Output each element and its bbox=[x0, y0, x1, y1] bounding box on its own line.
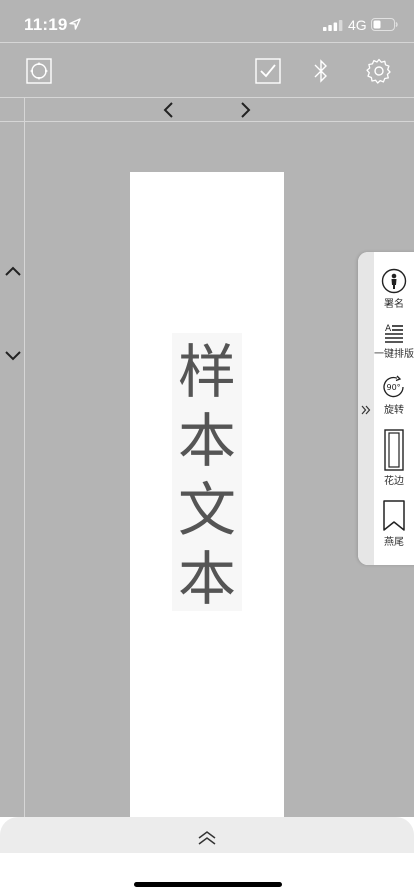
focus-button[interactable] bbox=[25, 57, 53, 85]
swallowtail-button[interactable]: 燕尾 bbox=[374, 500, 414, 548]
chevron-right-icon[interactable] bbox=[235, 100, 255, 120]
select-all-button[interactable] bbox=[254, 57, 282, 85]
rotate-90-icon: 90° bbox=[383, 375, 404, 398]
settings-icon bbox=[366, 58, 391, 84]
rotate-button[interactable]: 90° 旋转 bbox=[374, 374, 414, 416]
chevron-down-icon[interactable] bbox=[3, 345, 23, 365]
bluetooth-icon bbox=[314, 59, 327, 83]
side-item-label: 署名 bbox=[384, 299, 404, 310]
sample-char: 文 bbox=[177, 476, 236, 544]
swallowtail-icon bbox=[383, 500, 405, 531]
auto-layout-button[interactable]: A 一键排版 bbox=[374, 322, 414, 360]
network-type: 4G bbox=[348, 17, 367, 33]
chevron-up-icon[interactable] bbox=[3, 262, 23, 282]
side-item-label: 花边 bbox=[384, 476, 404, 487]
side-item-label: 旋转 bbox=[384, 405, 404, 416]
sample-char: 样 bbox=[177, 338, 236, 406]
status-time: 11:19 bbox=[24, 15, 68, 34]
status-bar: 11:19 4G bbox=[0, 0, 414, 44]
svg-text:90°: 90° bbox=[387, 383, 401, 392]
ruler-line bbox=[0, 121, 414, 122]
sample-char: 本 bbox=[177, 407, 236, 475]
auto-layout-icon: A bbox=[385, 324, 403, 343]
check-icon bbox=[255, 58, 281, 84]
location-arrow-icon bbox=[69, 18, 81, 30]
sample-char: 本 bbox=[177, 545, 236, 613]
double-chevron-right-icon[interactable] bbox=[360, 403, 372, 417]
divider bbox=[0, 42, 414, 43]
ruler-line bbox=[24, 98, 25, 818]
border-button[interactable]: 花边 bbox=[374, 429, 414, 487]
side-item-label: 一键排版 bbox=[374, 349, 414, 360]
home-indicator bbox=[134, 882, 282, 887]
double-chevron-up-icon[interactable] bbox=[196, 830, 218, 846]
bluetooth-button[interactable] bbox=[307, 57, 335, 85]
signal-icon bbox=[323, 20, 343, 31]
border-frame-icon bbox=[384, 429, 404, 471]
chevron-left-icon[interactable] bbox=[159, 100, 179, 120]
signature-person-icon bbox=[381, 268, 407, 294]
svg-text:A: A bbox=[385, 324, 392, 334]
side-item-label: 燕尾 bbox=[384, 537, 404, 548]
settings-button[interactable] bbox=[365, 57, 393, 85]
battery-icon bbox=[371, 18, 398, 31]
focus-icon bbox=[26, 58, 52, 84]
divider bbox=[0, 97, 414, 98]
signature-button[interactable]: 署名 bbox=[374, 268, 414, 310]
